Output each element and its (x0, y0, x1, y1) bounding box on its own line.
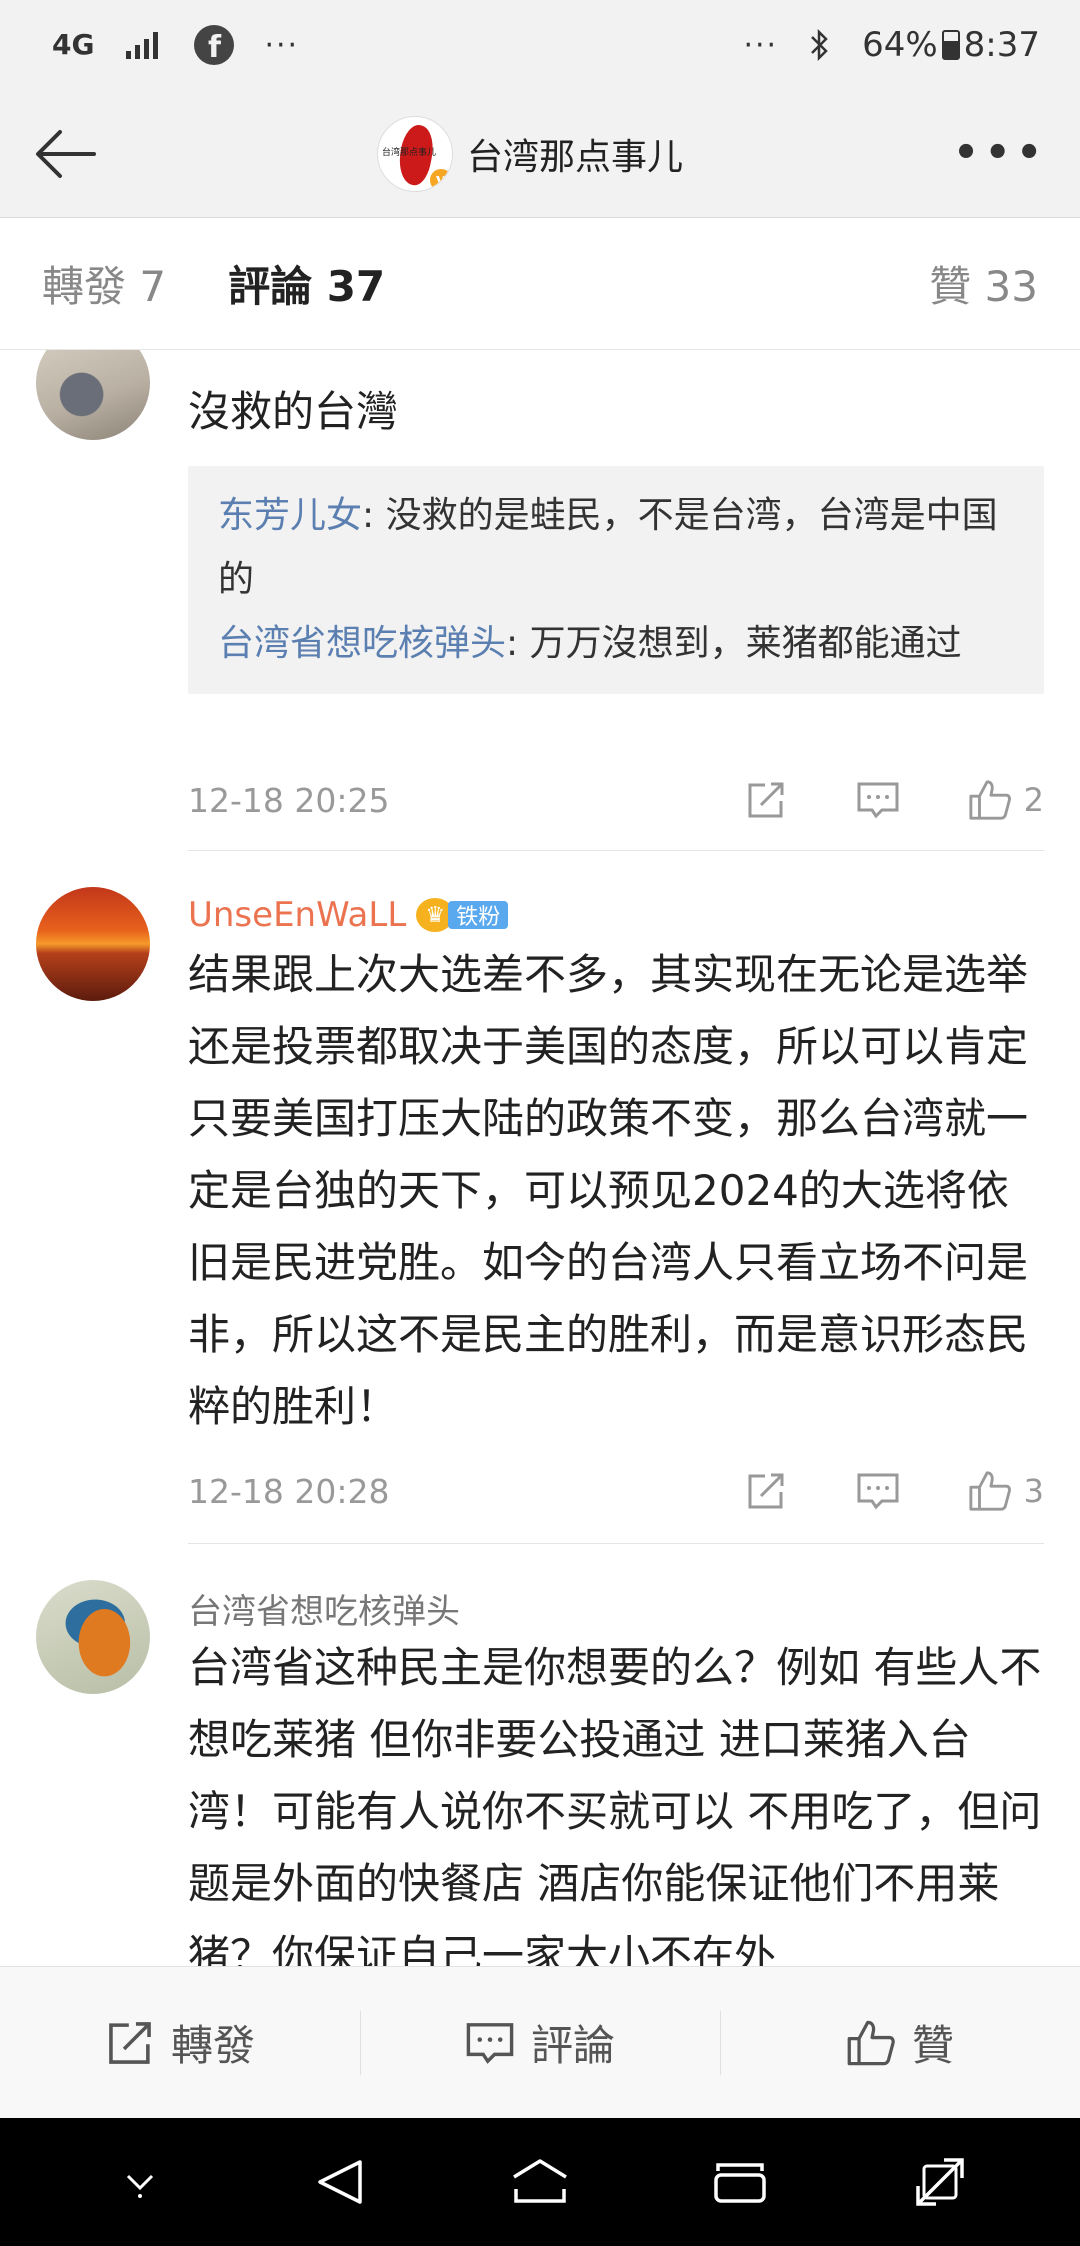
clock: 8:37 (963, 25, 1040, 65)
reply-icon[interactable] (856, 778, 900, 822)
username-text[interactable]: 台湾省想吃核弹头 (188, 1584, 460, 1633)
repost-button[interactable]: 轉發 (0, 1967, 360, 2118)
tab-comments[interactable]: 評論 37 (228, 253, 385, 314)
verified-badge-icon: v (427, 166, 452, 191)
notification-overflow: ··· (264, 27, 300, 63)
account-header[interactable]: 台湾那点事儿 v 台湾那点事儿 (376, 115, 683, 192)
logo-text: 台湾那点事儿 (381, 147, 436, 158)
divider (188, 1543, 1044, 1544)
top-nav-bar: 台湾那点事儿 v 台湾那点事儿 ••• (0, 90, 1080, 218)
avatar[interactable] (36, 1580, 150, 1694)
signal-icon (126, 32, 159, 59)
comment-text: 台湾省这种民主是你想要的么？例如 有些人不想吃莱猪 但你非要公投通过 进口莱猪入… (188, 1643, 1042, 1966)
divider (188, 850, 1044, 851)
reply-author[interactable]: 东芳儿女 (218, 495, 362, 536)
comment-time: 12-18 20:25 (188, 780, 390, 820)
reply-item: 台湾省想吃核弹头: 万万沒想到，莱猪都能通过 (218, 612, 1014, 676)
comment-list[interactable]: 沒救的台灣 东芳儿女: 没救的是蛙民，不是台湾，台湾是中国的 台湾省想吃核弹头:… (0, 350, 1080, 1966)
network-indicator: 4G (52, 28, 95, 61)
comment-meta: 12-18 20:25 2 (188, 770, 1044, 830)
fan-badge: ♛ 铁粉 (416, 898, 509, 932)
comment-text: 沒救的台灣 (188, 387, 399, 436)
more-options-icon[interactable]: ••• (953, 130, 1048, 176)
share-icon[interactable] (744, 1469, 788, 1513)
recents-nav-icon[interactable] (700, 2142, 780, 2222)
reply-preview[interactable]: 东芳儿女: 没救的是蛙民，不是台湾，台湾是中国的 台湾省想吃核弹头: 万万沒想到… (188, 466, 1044, 694)
battery-percent: 64% (862, 25, 938, 65)
back-nav-icon[interactable] (300, 2142, 380, 2222)
comment-button[interactable]: 評論 (360, 1967, 720, 2118)
repost-icon (109, 2021, 151, 2064)
status-bar: 4G f ··· ··· 64% 8:37 (0, 0, 1080, 90)
rotate-screen-icon[interactable] (900, 2142, 980, 2222)
share-icon[interactable] (744, 778, 788, 822)
home-nav-icon[interactable] (500, 2142, 580, 2222)
tab-repost[interactable]: 轉發 7 (42, 253, 166, 314)
reply-icon[interactable] (856, 1469, 900, 1513)
bottom-action-bar: 轉發 評論 贊 (0, 1966, 1080, 2118)
reply-text: : 万万沒想到，莱猪都能通过 (506, 623, 962, 664)
repost-label: 轉發 (170, 2021, 255, 2070)
account-avatar[interactable]: 台湾那点事儿 v (376, 115, 453, 192)
battery-icon (941, 30, 960, 60)
comment-icon (466, 2022, 514, 2064)
back-arrow-icon[interactable] (30, 118, 102, 190)
page-title: 台湾那点事儿 (466, 136, 683, 178)
comment-text: 结果跟上次大选差不多，其实现在无论是选举还是投票都取决于美国的态度，所以可以肯定… (188, 950, 1029, 1431)
comment-username[interactable]: 台湾省想吃核弹头 (188, 1584, 1044, 1633)
fan-badge-label: 铁粉 (448, 901, 509, 930)
like-label: 贊 (911, 2021, 954, 2070)
tab-bar: 轉發 7 評論 37 贊 33 (0, 218, 1080, 350)
bluetooth-icon (811, 28, 828, 62)
like-button[interactable]: 贊 (720, 1967, 1080, 2118)
avatar[interactable] (36, 887, 150, 1001)
username-text[interactable]: UnseEnWaLL (188, 895, 406, 935)
like-icon[interactable] (968, 1469, 1012, 1513)
status-overflow: ··· (743, 27, 779, 63)
system-nav-bar (0, 2118, 1080, 2246)
comment-label: 評論 (530, 2021, 615, 2070)
hide-keyboard-icon[interactable] (100, 2142, 180, 2222)
reply-author[interactable]: 台湾省想吃核弹头 (218, 623, 506, 664)
comment-time: 12-18 20:28 (188, 1471, 390, 1511)
facebook-icon: f (194, 25, 235, 65)
like-count: 3 (1023, 1472, 1044, 1510)
like-icon[interactable] (968, 778, 1012, 822)
comment-meta: 12-18 20:28 3 (188, 1461, 1044, 1521)
reply-item: 东芳儿女: 没救的是蛙民，不是台湾，台湾是中国的 (218, 484, 1014, 612)
tab-likes[interactable]: 贊 33 (929, 253, 1038, 314)
comment-username[interactable]: UnseEnWaLL ♛ 铁粉 (188, 893, 1044, 937)
like-count: 2 (1023, 781, 1044, 819)
thumbs-up-icon (847, 2020, 895, 2065)
avatar[interactable] (36, 350, 150, 440)
